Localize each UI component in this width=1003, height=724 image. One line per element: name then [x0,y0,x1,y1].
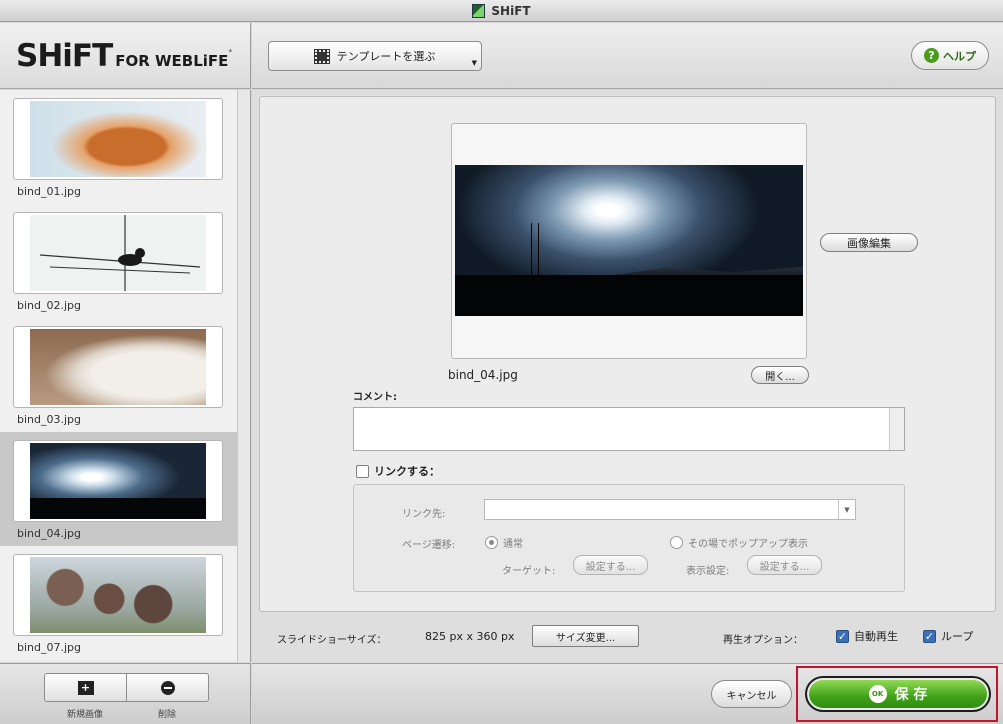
thumbnail-frame [13,326,223,408]
brand-logo-suffix: FOR WEBLiFE [115,51,229,70]
list-item[interactable]: bind_07.jpg [0,546,237,660]
minus-circle-icon [160,680,175,695]
radio-normal-dot[interactable] [485,536,498,549]
thumbnail-image [30,329,206,405]
shift-app-icon [472,3,486,18]
loop-label: ループ [941,630,974,643]
radio-normal-label: 通常 [503,539,523,550]
page-transition-label: ページ遷移: [402,540,456,551]
loop-checkbox[interactable]: ✓ [923,629,936,643]
thumbnail-label: bind_02.jpg [17,299,82,312]
link-target-label: リンク先: [402,509,446,520]
loop-option[interactable]: ✓ ループ [923,628,973,644]
autoplay-checkbox[interactable]: ✓ [836,629,849,643]
window-titlebar: SHiFT [0,0,1003,22]
image-preview [455,165,803,316]
slideshow-size-label: スライドショーサイズ： [277,635,387,646]
add-image-icon: + [77,680,94,695]
list-item[interactable]: bind_03.jpg [0,318,237,432]
thumbnail-frame [13,440,223,522]
thumbnail-image [30,557,206,633]
list-item-selected[interactable]: bind_04.jpg [0,432,237,546]
radio-popup-label: その場でポップアップ表示 [688,539,808,550]
thumbnail-frame [13,212,223,294]
play-options-label: 再生オプション： [723,635,803,646]
link-checkbox-label: リンクする： [374,465,440,478]
radio-popup[interactable]: その場でポップアップ表示 [670,535,808,550]
save-label: 保 存 [894,687,928,703]
comment-field[interactable] [353,407,905,451]
image-list-sidebar: bind_01.jpg bind_02.jpg bind_03.jpg bind… [0,90,237,662]
new-image-label: 新規画像 [67,710,104,720]
thumbnail-frame [13,98,223,180]
display-settings-button[interactable]: 設定する... [747,555,822,575]
top-toolbar: テンプレートを選ぶ ▼ ? ヘルプ [252,23,1003,89]
ok-icon: OK [868,685,887,703]
preview-tower [531,222,539,283]
delete-image-button[interactable] [126,674,208,701]
choose-template-button[interactable]: テンプレートを選ぶ ▼ [268,41,482,71]
cancel-button[interactable]: キャンセル [711,680,792,708]
open-file-button[interactable]: 開く... [751,366,809,384]
link-checkbox[interactable] [356,464,369,478]
new-image-button[interactable]: + [45,674,126,701]
target-settings-button[interactable]: 設定する... [573,555,648,575]
link-checkbox-row[interactable]: リンクする： [356,463,440,479]
sidebar-scrollbar[interactable] [237,90,251,662]
target-label: ターゲット: [502,566,556,577]
help-label: ヘルプ [943,49,976,63]
thumbnail-label: bind_03.jpg [17,413,82,426]
brand-logo-name: SHiFT [16,37,113,74]
thumbnail-image [30,443,206,519]
radio-normal[interactable]: 通常 [485,535,523,550]
image-file-name: bind_04.jpg [448,368,518,382]
window-title: SHiFT [491,3,531,18]
image-settings-panel: 画像編集 bind_04.jpg 開く... コメント: リンクする： リンク先… [259,96,996,612]
radio-popup-dot[interactable] [670,536,683,549]
comment-label: コメント: [353,392,397,403]
slideshow-size-value: 825 px x 360 px [425,630,515,643]
slideshow-options: スライドショーサイズ： 825 px x 360 px サイズ変更... 再生オ… [252,624,1003,654]
thumbnail-image [30,215,206,291]
thumbnail-label: bind_07.jpg [17,641,82,654]
brand-bar: SHiFT FOR WEBLiFE * [0,23,251,89]
display-settings-label: 表示設定: [686,566,730,577]
autoplay-option[interactable]: ✓ 自動再生 [836,628,898,644]
list-item[interactable]: bind_01.jpg [0,90,237,204]
url-dropdown-arrow-icon[interactable]: ▼ [838,500,855,519]
save-button[interactable]: OK 保 存 [805,676,991,712]
thumbnail-label: bind_01.jpg [17,185,82,198]
dropdown-arrow-icon: ▼ [471,59,477,67]
help-icon: ? [924,48,939,63]
resize-button[interactable]: サイズ変更... [532,625,639,647]
link-url-input[interactable]: ▼ [484,499,856,520]
choose-template-label: テンプレートを選ぶ [336,50,436,63]
save-highlight-outline: OK 保 存 [796,666,998,722]
sidebar-footer: + 新規画像 削除 [0,663,251,724]
autoplay-label: 自動再生 [854,630,898,643]
brand-mark: * [228,47,232,56]
thumbnail-label: bind_04.jpg [17,527,82,540]
preview-ground [455,275,803,316]
delete-image-label: 削除 [158,710,177,720]
thumbnail-frame [13,554,223,636]
editor-area: 画像編集 bind_04.jpg 開く... コメント: リンクする： リンク先… [252,90,1003,663]
edit-image-button[interactable]: 画像編集 [820,233,918,252]
image-preview-frame [451,123,807,359]
bottom-action-bar: キャンセル OK 保 存 [252,663,1003,724]
link-settings-group: リンク先: ▼ ページ遷移: 通常 その場でポップアップ表示 ターゲット: 設定… [353,484,905,592]
list-item[interactable]: bind_02.jpg [0,204,237,318]
thumbnail-image [30,101,206,177]
help-button[interactable]: ? ヘルプ [911,41,989,70]
image-action-buttons: + [44,673,209,702]
film-strip-icon [313,48,330,64]
